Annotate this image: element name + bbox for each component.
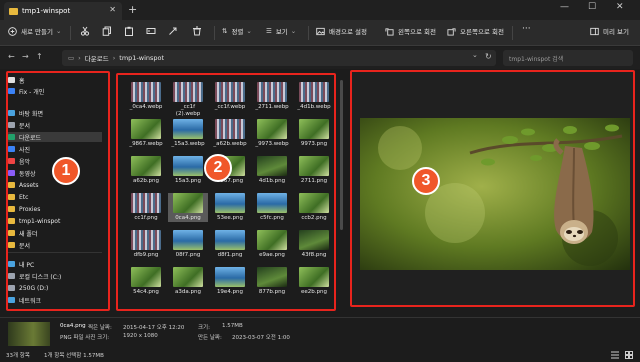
sort-icon: ⇅ [222,27,228,35]
annotation-badge-3: 3 [412,167,440,195]
preview-label: 미리 보기 [603,28,629,36]
divider [308,26,309,40]
tab-title: tmp1-winspot [22,7,71,15]
chevron-down-icon: ⌄ [55,27,62,35]
details-dimensions: 1920 x 1080 [123,333,158,339]
paste-icon[interactable] [124,26,134,36]
preview-pane-icon [590,27,599,35]
delete-icon[interactable] [192,26,202,36]
tab-close-icon[interactable]: ✕ [109,5,116,14]
search-input[interactable]: tmp1-winspot 검색 [503,50,633,66]
tiles-view-icon[interactable] [625,351,633,359]
details-size-label: 크기: [198,325,210,331]
breadcrumb-chevron-icon: › [112,54,116,62]
title-bar: tmp1-winspot ✕ + — ☐ ✕ [0,0,640,20]
breadcrumb-chevron-icon: › [78,54,81,62]
plus-circle-icon [8,26,17,36]
annotation-box-preview [350,70,635,307]
maximize-button[interactable]: ☐ [588,2,596,12]
folder-icon [9,7,18,15]
set-background-label: 배경으로 설정 [329,28,367,36]
details-size-value: 1.57MB [222,323,243,329]
view-label: 보기 [275,28,288,36]
view-icon: ☰ [266,27,272,35]
breadcrumb-tmp1-winspot[interactable]: tmp1-winspot [119,54,164,62]
chevron-down-icon: ⌄ [246,27,252,35]
new-tab-button[interactable]: + [128,3,137,16]
status-bar: 33개 항목 1개 항목 선택함 1.57MB [0,348,640,362]
annotation-badge-1: 1 [52,157,80,185]
status-selection: 1개 항목 선택함 1.57MB [44,353,104,359]
command-bar: 새로 만들기 ⌄ ⇅ 정렬 ⌄ ☰ 보기 ⌄ 배경으로 설정 왼쪽으로 회전 오… [0,20,640,46]
address-bar-row: ← → ↑ ▭ › 다운로드 › tmp1-winspot ⌄ ↻ tmp1-w… [0,47,640,69]
details-taken-value: 2015-04-17 오후 12:20 [123,325,185,331]
view-button[interactable]: ☰ 보기 ⌄ [266,26,296,36]
minimize-button[interactable]: — [560,2,569,12]
details-created-label: 만든 날짜: [198,335,222,341]
details-taken-label: 찍은 날짜: [88,325,112,331]
details-view-icon[interactable] [611,351,619,359]
details-thumbnail [8,322,50,346]
rotate-right-icon [447,27,456,36]
annotation-badge-2: 2 [204,154,232,182]
forward-button[interactable]: → [22,52,29,61]
annotation-box-files [116,73,336,311]
sort-button[interactable]: ⇅ 정렬 ⌄ [222,26,252,36]
refresh-button[interactable]: ↻ [485,52,492,61]
cut-icon[interactable] [80,26,90,36]
copy-icon[interactable] [102,26,112,36]
divider [70,26,71,40]
new-button[interactable]: 새로 만들기 ⌄ [8,26,61,36]
tab-tmp1-winspot[interactable]: tmp1-winspot ✕ [4,2,122,20]
monitor-icon: ▭ [68,54,75,62]
rotate-left-button[interactable]: 왼쪽으로 회전 [385,26,436,36]
set-background-button[interactable]: 배경으로 설정 [316,26,367,36]
file-list-scrollbar[interactable] [340,80,343,230]
image-icon [316,27,325,35]
up-button[interactable]: ↑ [36,52,43,61]
address-dropdown-icon[interactable]: ⌄ [472,51,478,59]
rename-icon[interactable] [146,26,156,36]
breadcrumb-downloads[interactable]: 다운로드 [85,53,109,63]
back-button[interactable]: ← [8,52,15,61]
address-bar[interactable]: ▭ › 다운로드 › tmp1-winspot [62,50,496,66]
share-icon[interactable] [168,26,178,36]
chevron-down-icon: ⌄ [290,27,297,35]
rotate-left-icon [385,27,394,36]
details-type: PNG 파일 사진 크기: [60,335,110,341]
new-button-label: 새로 만들기 [21,28,53,36]
preview-pane-button[interactable]: 미리 보기 [590,26,629,36]
details-bar: 0ca4.png 찍은 날짜: 2015-04-17 오후 12:20 크기: … [0,317,640,348]
status-item-count: 33개 항목 [6,353,30,359]
rotate-right-button[interactable]: 오른쪽으로 회전 [447,26,504,36]
close-window-button[interactable]: ✕ [616,2,624,12]
sort-label: 정렬 [231,28,244,36]
rotate-right-label: 오른쪽으로 회전 [460,28,504,36]
annotation-box-navigation [6,71,110,311]
divider [214,26,215,40]
more-options-button[interactable]: ··· [522,24,531,34]
divider [512,26,513,40]
details-filename: 0ca4.png [60,323,86,329]
details-created-value: 2023-03-07 오전 1:00 [232,335,290,341]
rotate-left-label: 왼쪽으로 회전 [398,28,436,36]
